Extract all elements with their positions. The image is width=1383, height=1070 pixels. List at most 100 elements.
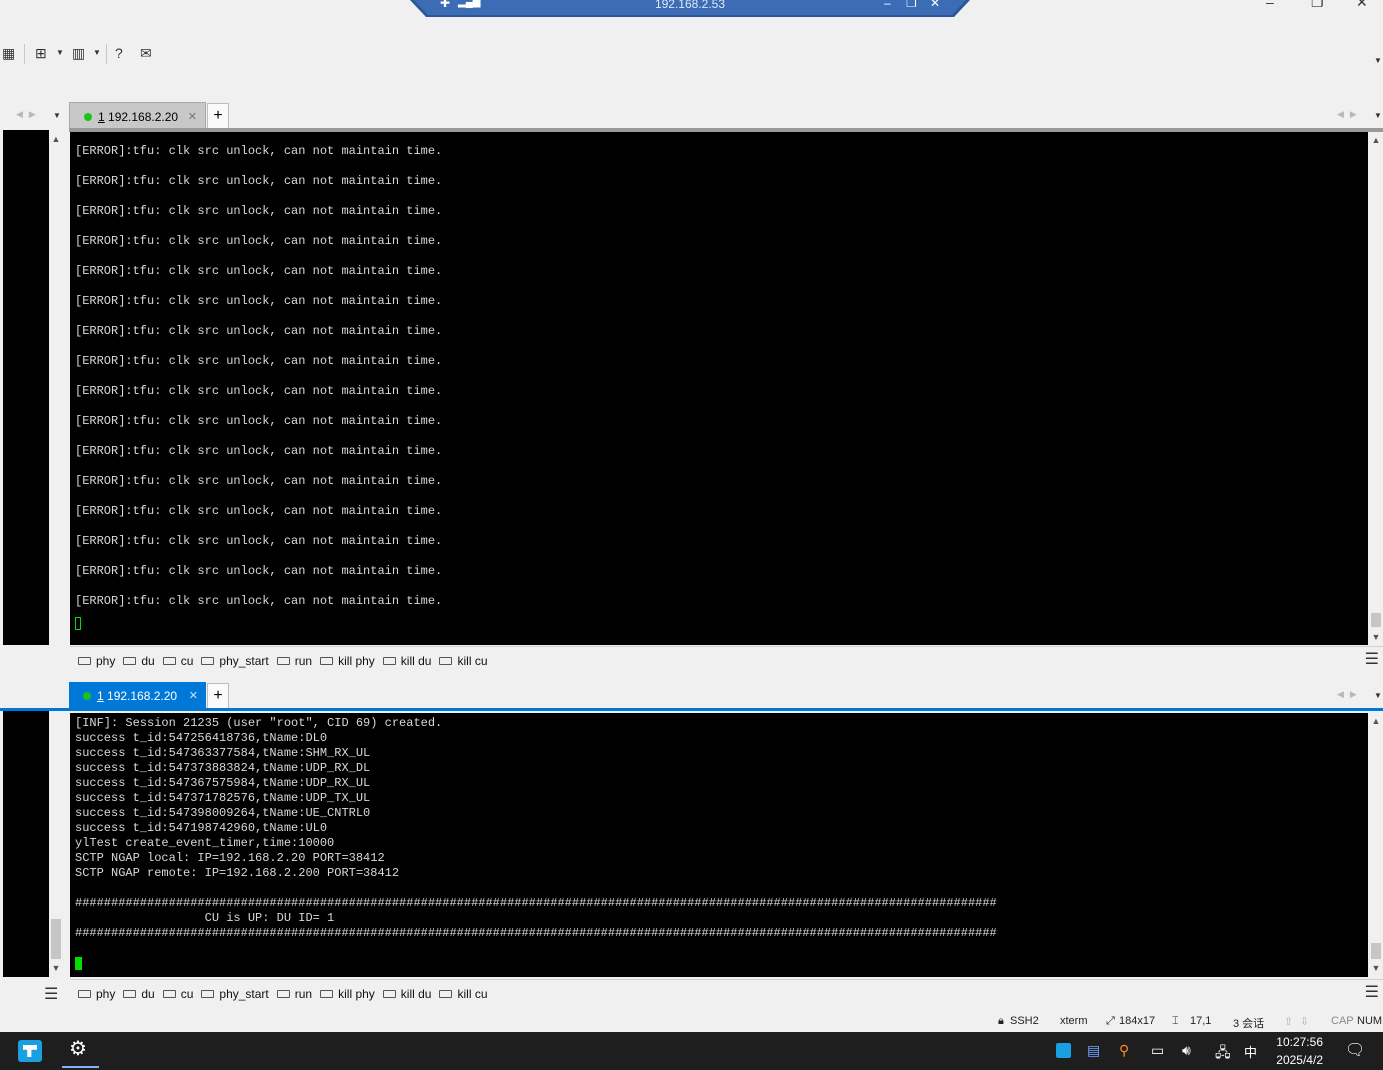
chevron-down-icon[interactable]: ▼ [1374,111,1382,120]
close-tab-icon[interactable]: ✕ [188,103,197,131]
chevron-down-icon[interactable]: ▼ [93,44,101,62]
quick-command-button[interactable]: kill cu [439,647,488,675]
quick-command-button[interactable]: run [276,647,312,675]
tab-host: 192.168.2.20 [107,689,178,703]
clock-time[interactable]: 10:27:56 [1276,1035,1323,1049]
close-icon[interactable]: ✕ [930,0,940,10]
tab-session-top[interactable]: 1 192.168.2.20 ✕ [69,102,206,130]
lock-icon: 🔒︎ [998,1015,1004,1027]
connected-status-icon [83,691,91,700]
scroll-thumb[interactable] [1371,613,1381,627]
keyboard-icon [162,656,176,665]
scroll-down-icon[interactable]: ▼ [1369,632,1383,642]
toolbar-separator [24,44,25,64]
keyboard-icon [78,656,91,665]
terminal-line: success t_id:547398009264,tName:UE_CNTRL… [75,806,371,820]
menu-icon[interactable]: ☰ [1365,652,1379,668]
scroll-up-icon[interactable]: ▲ [1369,716,1383,726]
terminal-line: [ERROR]:tfu: clk src unlock, can not mai… [75,474,443,488]
close-tab-icon[interactable]: ✕ [189,682,198,710]
taskbar: ⚙ ▤ ⚲ ▭ 🔊︎ 🖧 中 10:27:56 2025/4/2 🗨︎ [0,1032,1383,1070]
toolbar-separator [106,44,107,64]
network-icon[interactable]: 🖧 [1215,1042,1231,1066]
scroll-thumb[interactable] [51,919,61,959]
scroll-thumb[interactable] [1371,943,1381,959]
minimize-window-icon[interactable]: – [1266,0,1274,10]
quick-command-button[interactable]: phy_start [201,980,269,1008]
quick-command-button[interactable]: phy [78,980,115,1008]
quick-command-button[interactable]: kill du [382,647,432,675]
ime-indicator[interactable]: 中 [1244,1042,1257,1061]
scroll-up-icon[interactable]: ▲ [1369,135,1383,145]
scroll-up-icon[interactable]: ▲ [49,134,63,144]
menu-icon[interactable]: ☰ [44,984,58,1004]
add-tab-button[interactable]: + [207,683,229,709]
terminal-line: [ERROR]:tfu: clk src unlock, can not mai… [75,234,443,248]
network-manager-icon[interactable]: ▤ [1087,1042,1100,1059]
quick-command-button[interactable]: kill cu [439,980,488,1008]
terminal-top-scrollbar[interactable]: ▲ ▼ [1369,132,1383,645]
quick-command-label: kill du [400,654,432,668]
quick-command-button[interactable]: du [123,980,155,1008]
xshell-tray-icon[interactable] [1056,1043,1071,1058]
add-tab-button[interactable]: + [207,103,229,129]
nav-arrows-icon[interactable]: ◀▶ [1337,689,1363,700]
xshell-app-icon[interactable] [18,1040,42,1062]
volume-icon[interactable]: 🔊︎ [1182,1042,1191,1059]
quick-command-label: phy_start [219,654,269,668]
tab-session-bottom[interactable]: 1 192.168.2.20 ✕ [69,682,206,710]
menu-icon[interactable]: ☰ [1365,985,1379,1001]
chevron-down-icon[interactable]: ▼ [1374,691,1382,700]
quick-command-button[interactable]: du [123,647,155,675]
minimize-icon[interactable]: – [884,0,891,10]
quick-command-button[interactable]: kill phy [320,980,375,1008]
quick-command-button[interactable]: cu [162,647,194,675]
terminal-bottom[interactable]: [INF]: Session 21235 (user "root", CID 6… [70,713,1368,977]
maximize-window-icon[interactable]: ❐ [1311,0,1324,11]
chat-icon[interactable]: ✉ [140,44,152,62]
scroll-down-icon[interactable]: ▼ [1369,963,1383,973]
sidebar-scrollbar[interactable]: ▲ [49,130,63,645]
quick-command-button[interactable]: kill phy [320,647,375,675]
layout-icon[interactable]: ▥ [72,44,85,62]
terminal-line: ########################################… [75,896,997,910]
terminal-line: success t_id:547363377584,tName:SHM_RX_U… [75,746,371,760]
quick-command-label: phy_start [219,987,269,1001]
button-bar-top: phy du cu phy_start run kill phy kill du kill c… [70,646,1383,675]
battery-icon[interactable]: ▭ [1151,1042,1164,1059]
terminal-line: [ERROR]:tfu: clk src unlock, can not mai… [75,444,443,458]
quick-command-button[interactable]: run [276,980,312,1008]
nav-arrows-icon[interactable]: ◀▶ [1337,109,1363,120]
session-manager-panel [3,711,50,977]
quick-command-button[interactable]: phy_start [201,647,269,675]
sidebar-scrollbar[interactable]: ▼ [49,711,63,977]
quick-command-button[interactable]: kill du [382,980,431,1008]
close-window-icon[interactable]: ✕ [1356,0,1368,11]
help-icon[interactable]: ? [115,44,123,62]
restore-icon[interactable]: ❐ [906,0,917,10]
bottom-tab-bar: 1 192.168.2.20 ✕ + ◀▶ ▼ [0,681,1383,711]
terminal-line: success t_id:547198742960,tName:UL0 [75,821,328,835]
settings-app-button[interactable]: ⚙ [62,1032,99,1068]
status-cursor: 17,1 [1190,1015,1212,1027]
search-tool-icon[interactable]: ⚲ [1119,1042,1129,1059]
toolbar-overflow-icon[interactable]: ▼ [1374,52,1382,70]
connected-status-icon [84,112,92,121]
quick-command-label: cu [180,654,194,668]
clock-date[interactable]: 2025/4/2 [1276,1053,1323,1067]
terminal-line: [ERROR]:tfu: clk src unlock, can not mai… [75,204,443,218]
terminal-line: [ERROR]:tfu: clk src unlock, can not mai… [75,534,443,548]
terminal-line: success t_id:547367575984,tName:UDP_RX_U… [75,776,371,790]
quick-command-button[interactable]: phy [78,647,115,675]
terminal-bottom-scrollbar[interactable]: ▲ ▼ [1369,713,1383,977]
scroll-down-icon[interactable]: ▼ [49,963,63,973]
terminal-line: SCTP NGAP remote: IP=192.168.2.200 PORT=… [75,866,400,880]
keyboard-icon [320,656,334,665]
calendar-icon[interactable]: ▦ [2,44,15,62]
quick-command-label: phy [96,987,116,1001]
quick-command-button[interactable]: cu [162,980,193,1008]
new-tab-icon[interactable]: ⊞ [35,44,47,62]
chevron-down-icon[interactable]: ▼ [56,44,64,62]
notification-icon[interactable]: 🗨︎ [1345,1040,1365,1060]
terminal-top[interactable]: [ERROR]:tfu: clk src unlock, can not mai… [70,132,1368,645]
